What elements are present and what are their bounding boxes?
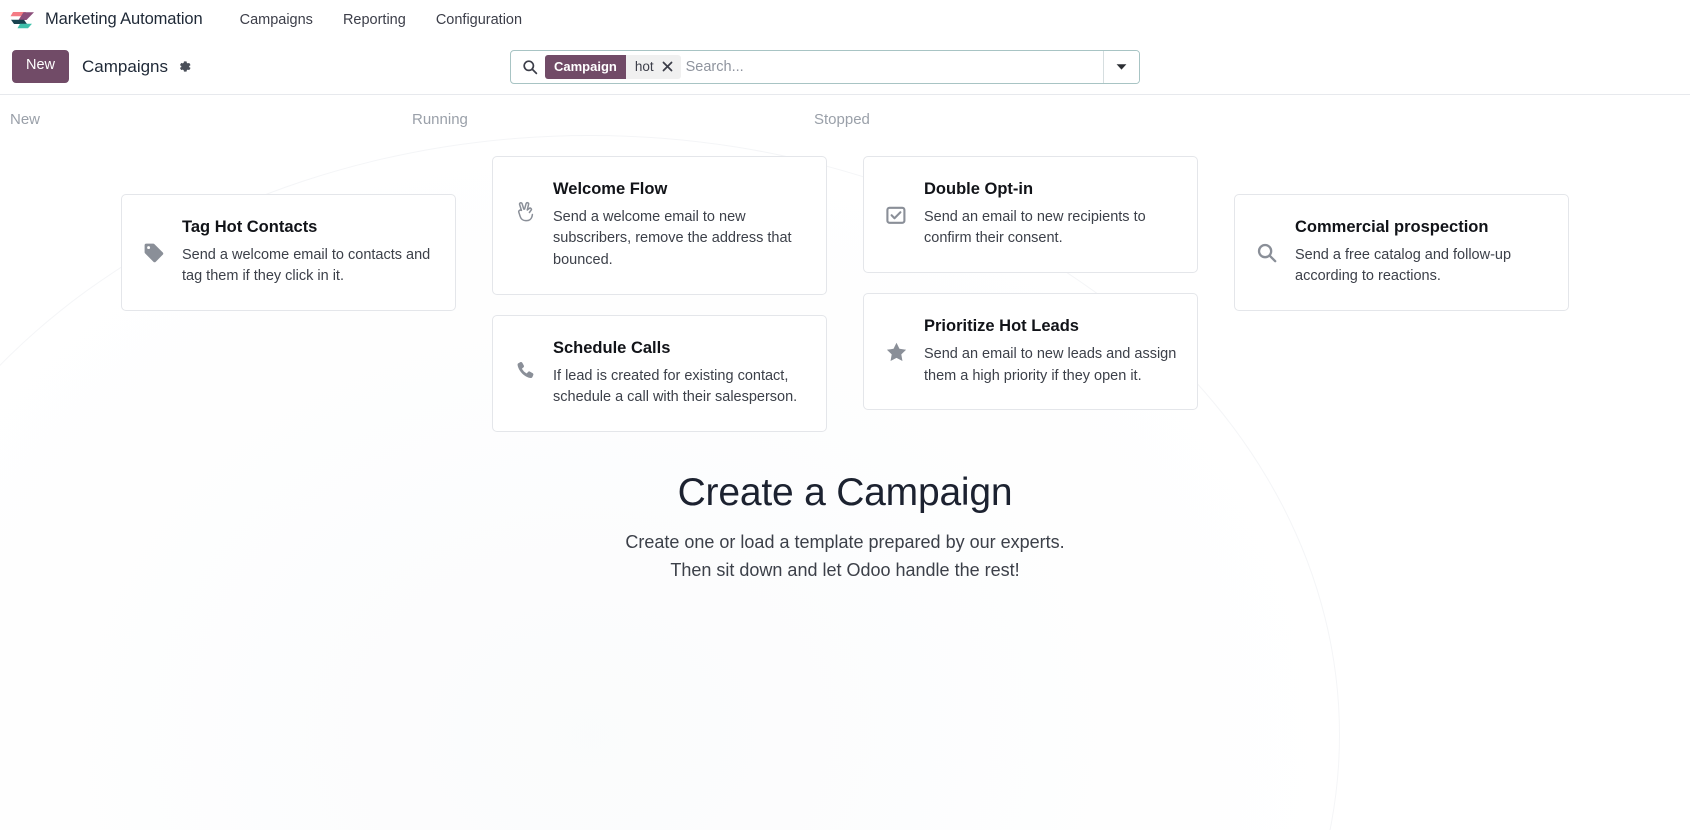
search-icon (511, 51, 545, 83)
hero-subtitle-line-1: Create one or load a template prepared b… (625, 531, 1065, 552)
search-facet-label: Campaign (545, 54, 626, 79)
campaign-templates: Tag Hot Contacts Send a welcome email to… (0, 156, 1690, 432)
star-icon (882, 341, 910, 363)
check-square-icon (882, 204, 910, 226)
control-panel-left: New Campaigns (12, 50, 192, 83)
search-icon (1253, 242, 1281, 264)
template-card-double-opt-in[interactable]: Double Opt-in Send an email to new recip… (863, 156, 1198, 274)
template-body: Schedule Calls If lead is created for ex… (553, 338, 806, 409)
search-facet[interactable]: Campaign hot (545, 54, 681, 79)
template-description: Send a welcome email to contacts and tag… (182, 246, 431, 285)
template-column-3: Double Opt-in Send an email to new recip… (863, 156, 1198, 411)
kanban-column-headers: New Running Stopped (0, 95, 1690, 128)
template-description: Send an email to new leads and assign th… (924, 345, 1177, 384)
marketing-automation-logo-icon[interactable] (8, 5, 38, 35)
search-facets: Campaign hot (545, 51, 681, 83)
template-title: Commercial prospection (1295, 218, 1489, 236)
nav-menu: Campaigns Reporting Configuration (225, 8, 537, 32)
template-description: Send a free catalog and follow-up accord… (1295, 246, 1512, 285)
template-column-4: Commercial prospection Send a free catal… (1234, 156, 1569, 312)
control-panel: New Campaigns Campaign hot (0, 39, 1690, 95)
close-icon[interactable] (660, 55, 681, 79)
template-title: Tag Hot Contacts (182, 218, 318, 236)
top-navbar: Marketing Automation Campaigns Reporting… (0, 0, 1690, 39)
template-body: Welcome Flow Send a welcome email to new… (553, 179, 806, 272)
hand-peace-icon (511, 179, 539, 223)
nav-item-configuration[interactable]: Configuration (421, 8, 537, 32)
template-card-tag-hot-contacts[interactable]: Tag Hot Contacts Send a welcome email to… (121, 194, 456, 312)
hero-subtitle: Create one or load a template prepared b… (0, 528, 1690, 584)
template-card-schedule-calls[interactable]: Schedule Calls If lead is created for ex… (492, 314, 827, 432)
gear-icon[interactable] (177, 59, 192, 74)
template-title: Prioritize Hot Leads (924, 317, 1079, 336)
kanban-column-new[interactable]: New (0, 111, 402, 128)
template-title: Schedule Calls (553, 338, 671, 357)
template-card-commercial-prospection[interactable]: Commercial prospection Send a free catal… (1234, 194, 1569, 312)
hero-subtitle-line-2: Then sit down and let Odoo handle the re… (670, 559, 1020, 580)
template-column-2: Welcome Flow Send a welcome email to new… (492, 156, 827, 432)
template-card-welcome-flow[interactable]: Welcome Flow Send a welcome email to new… (492, 156, 827, 295)
nav-item-reporting[interactable]: Reporting (328, 8, 421, 32)
template-title: Double Opt-in (924, 180, 1034, 198)
search-facet-value: hot (634, 59, 654, 74)
tag-icon (140, 242, 168, 264)
search-dropdown-toggle[interactable] (1103, 50, 1139, 83)
control-panel-center: Campaign hot (192, 49, 1458, 84)
template-column-1: Tag Hot Contacts Send a welcome email to… (121, 156, 456, 312)
template-card-prioritize-hot-leads[interactable]: Prioritize Hot Leads Send an email to ne… (863, 293, 1198, 411)
template-body: Commercial prospection Send a free catal… (1295, 217, 1548, 288)
template-body: Tag Hot Contacts Send a welcome email to… (182, 217, 435, 288)
empty-state-hero: Create a Campaign Create one or load a t… (0, 470, 1690, 584)
kanban-column-running[interactable]: Running (402, 111, 804, 128)
kanban-view: New Running Stopped Tag Hot Contacts Sen… (0, 95, 1690, 830)
breadcrumb: Campaigns (82, 57, 192, 77)
template-description: If lead is created for existing contact,… (553, 367, 798, 406)
app-title: Marketing Automation (45, 10, 203, 28)
template-description: Send an email to new recipients to confi… (924, 208, 1146, 247)
template-body: Double Opt-in Send an email to new recip… (924, 179, 1177, 250)
hero-title: Create a Campaign (677, 471, 1013, 514)
template-title: Welcome Flow (553, 180, 668, 198)
search-input[interactable] (680, 50, 1103, 83)
template-body: Prioritize Hot Leads Send an email to ne… (924, 316, 1177, 387)
template-description: Send a welcome email to new subscribers,… (553, 208, 792, 269)
nav-item-campaigns[interactable]: Campaigns (225, 8, 328, 32)
searchbar[interactable]: Campaign hot (510, 49, 1140, 84)
kanban-column-stopped[interactable]: Stopped (804, 111, 1206, 128)
phone-icon (511, 338, 539, 382)
new-button[interactable]: New (12, 50, 70, 83)
breadcrumb-label: Campaigns (82, 56, 169, 76)
